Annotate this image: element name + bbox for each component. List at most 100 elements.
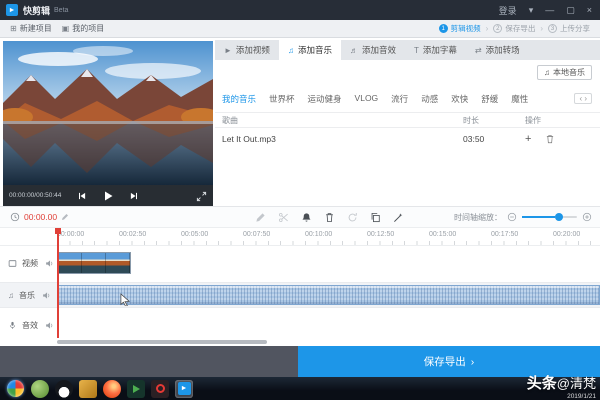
rotate-clip-button[interactable] [347, 212, 358, 223]
timeline-scrollbar[interactable] [57, 340, 267, 344]
taskbar-360-browser-icon[interactable] [31, 379, 49, 398]
zoom-in-icon[interactable] [582, 212, 592, 222]
subtitle-icon: T [413, 45, 419, 55]
local-music-button[interactable]: ♫ 本地音乐 [537, 65, 592, 80]
tab-add-sound-effect[interactable]: ♬ 添加音效 [341, 40, 405, 60]
next-frame-button[interactable] [128, 190, 140, 202]
video-preview[interactable]: 00:00:00/00:50:44 [3, 41, 213, 206]
step-separator: › [485, 24, 489, 33]
menu-dropdown-icon[interactable]: ▾ [529, 5, 534, 16]
mute-bell-button[interactable] [301, 212, 312, 223]
play-button[interactable] [102, 190, 114, 202]
app-title: 快剪辑 [23, 5, 51, 16]
music-library: ♫ 本地音乐 我的音乐 世界杯 运动健身 VLOG 流行 动感 欢快 舒缓 魔性… [215, 60, 600, 206]
media-panel: ► 添加视频 ♫ 添加音乐 ♬ 添加音效 T 添加字幕 ⇄ 添加转场 ♫ 本地音… [215, 40, 600, 206]
workflow-steps: 1 剪辑视频 › 2 保存导出 › 3 上传分享 [438, 23, 600, 34]
effects-wand-button[interactable] [393, 212, 404, 223]
category-pop[interactable]: 流行 [391, 93, 408, 105]
header-song: 歌曲 [222, 115, 238, 125]
category-vlog[interactable]: VLOG [355, 93, 379, 105]
add-song-button[interactable]: + [525, 134, 531, 145]
ruler-ticks [57, 241, 600, 245]
clock-icon [10, 212, 20, 222]
timeline-current-time: 00:00.00 [24, 212, 58, 222]
fullscreen-button[interactable] [196, 189, 207, 207]
music-categories: 我的音乐 世界杯 运动健身 VLOG 流行 动感 欢快 舒缓 魔性 [222, 93, 528, 105]
windows-start-button[interactable] [7, 380, 24, 397]
edit-time-icon[interactable] [61, 213, 69, 221]
transition-icon: ⇄ [474, 45, 482, 55]
step-edit-video[interactable]: 1 剪辑视频 [438, 23, 481, 34]
music-track-label: 音乐 [19, 290, 35, 300]
song-name: Let It Out.mp3 [222, 134, 276, 144]
timeline-zoom-label: 时间轴缩放： [454, 212, 502, 222]
kuaijianji-window: ► 快剪辑 Beta 登录 ▾ — ▢ × ⊞ 新建项目 ▣ 我的项目 1 剪辑视… [0, 0, 600, 400]
app-badge: Beta [54, 6, 69, 14]
tab-add-music[interactable]: ♫ 添加音乐 [278, 40, 341, 60]
panel-tabs: ► 添加视频 ♫ 添加音乐 ♬ 添加音效 T 添加字幕 ⇄ 添加转场 [215, 40, 600, 60]
windows-taskbar: ► [0, 377, 600, 400]
my-projects-button[interactable]: ▣ 我的项目 [62, 23, 105, 34]
zoom-slider[interactable] [522, 213, 577, 221]
playhead[interactable] [55, 228, 61, 338]
tab-add-subtitle[interactable]: T 添加字幕 [405, 40, 466, 60]
category-fitness[interactable]: 运动健身 [308, 93, 342, 105]
timeline-zoom-control: 时间轴缩放： [454, 212, 592, 223]
video-icon: ► [224, 45, 232, 55]
music-track-speaker-icon[interactable] [42, 291, 51, 300]
song-table-header: 歌曲 时长 操作 [215, 112, 600, 128]
step-save-export[interactable]: 2 保存导出 [493, 23, 535, 34]
video-clip[interactable] [57, 252, 131, 274]
music-track-icon: ♫ [8, 290, 14, 300]
music-clip-waveform[interactable] [57, 285, 600, 305]
new-project-button[interactable]: ⊞ 新建项目 [10, 23, 52, 34]
preview-controls: 00:00:00/00:50:44 [3, 185, 213, 206]
taskbar-qq-icon[interactable] [55, 379, 73, 398]
folder-music-icon: ♫ [544, 68, 550, 77]
taskbar-photo-viewer-icon[interactable] [79, 379, 97, 398]
edit-clip-button[interactable] [255, 212, 266, 223]
video-track-label: 视频 [22, 258, 38, 268]
sound-effect-track-icon [8, 321, 17, 330]
taskbar-screen-recorder-icon[interactable] [151, 379, 169, 398]
zoom-slider-handle[interactable] [555, 213, 563, 221]
sound-effect-icon: ♬ [349, 45, 358, 55]
category-soothing[interactable]: 舒缓 [481, 93, 498, 105]
close-button[interactable]: × [587, 5, 592, 15]
zoom-out-icon[interactable] [507, 212, 517, 222]
copy-clip-button[interactable] [370, 212, 381, 223]
preview-frame-image [3, 41, 213, 185]
delete-song-button[interactable] [545, 134, 555, 144]
login-button[interactable]: 登录 [499, 4, 517, 17]
timeline-ruler[interactable]: 00:00:00 00:02:50 00:05:00 00:07:50 00:1… [0, 228, 600, 246]
step-separator: › [540, 24, 543, 33]
cut-clip-button[interactable] [278, 212, 289, 223]
category-magic[interactable]: 魔性 [511, 93, 528, 105]
minimize-button[interactable]: — [545, 5, 554, 15]
sound-effect-track: 音效 [0, 313, 600, 337]
save-export-button[interactable]: 保存导出 › [298, 346, 600, 377]
previous-frame-button[interactable] [76, 190, 88, 202]
category-world-cup[interactable]: 世界杯 [269, 93, 295, 105]
titlebar: ► 快剪辑 Beta 登录 ▾ — ▢ × [0, 0, 600, 20]
taskbar-kuaijianji-icon[interactable]: ► [175, 379, 193, 398]
my-projects-icon: ▣ [61, 24, 70, 33]
song-row[interactable]: Let It Out.mp3 03:50 + [215, 128, 600, 150]
sound-effect-track-speaker-icon[interactable] [45, 321, 54, 330]
taskbar-firefox-icon[interactable] [103, 379, 121, 398]
new-project-icon: ⊞ [10, 24, 17, 33]
mouse-cursor [120, 293, 131, 311]
category-my-music[interactable]: 我的音乐 [222, 93, 256, 105]
category-dynamic[interactable]: 动感 [421, 93, 438, 105]
video-track-speaker-icon[interactable] [45, 259, 54, 268]
sound-effect-track-label: 音效 [22, 320, 38, 330]
tab-add-transition[interactable]: ⇄ 添加转场 [466, 40, 529, 60]
taskbar-media-player-icon[interactable] [127, 379, 145, 398]
category-cheerful[interactable]: 欢快 [451, 93, 468, 105]
category-pager[interactable]: ‹ › [574, 93, 592, 104]
maximize-button[interactable]: ▢ [566, 5, 575, 16]
tab-add-video[interactable]: ► 添加视频 [215, 40, 279, 60]
delete-clip-button[interactable] [324, 212, 335, 223]
chevron-right-icon: › [470, 355, 475, 368]
step-upload-share[interactable]: 3 上传分享 [548, 23, 590, 34]
